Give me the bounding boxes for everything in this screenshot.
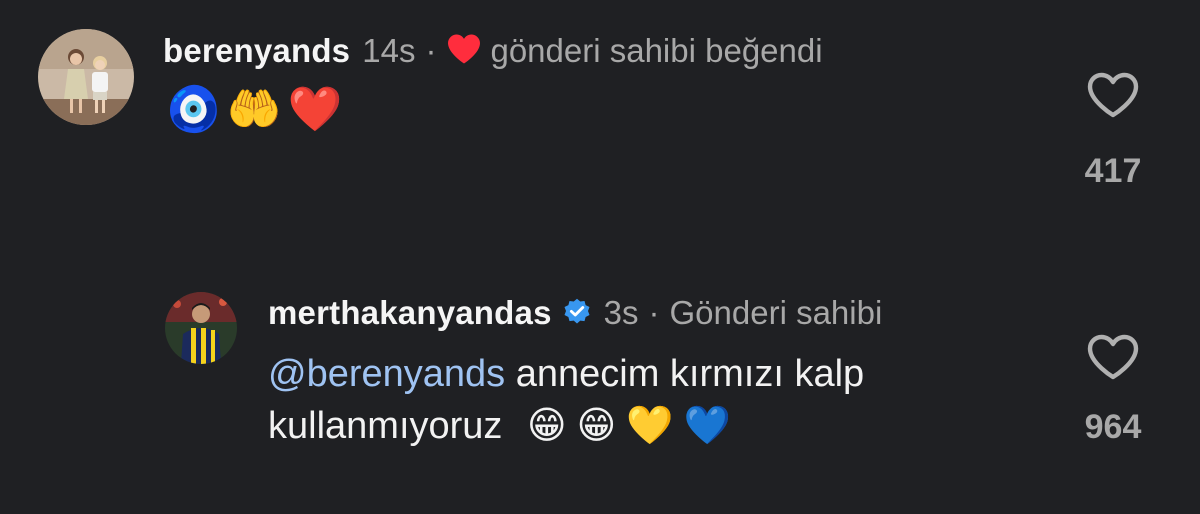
avatar-merthakanyandas[interactable] — [165, 292, 237, 364]
grinning-emoji: 😁 — [526, 402, 567, 447]
author-label: Gönderi sahibi — [669, 294, 883, 331]
comment-time: 3s — [603, 294, 639, 331]
palms-up-emoji: 🤲 — [226, 84, 282, 135]
separator-dot: · — [425, 31, 437, 69]
comment-text-line2: kullanmıyoruz — [268, 405, 503, 447]
liked-by-author-label: gönderi sahibi beğendi — [490, 31, 823, 69]
emoji-group: 😁 😁 💛 💙 — [527, 399, 731, 451]
grinning-emoji: 😁 — [576, 402, 617, 447]
heart-outline-icon[interactable] — [1087, 334, 1139, 380]
author-liked-heart-icon — [446, 33, 482, 74]
comment-text: 🧿 🤲 ❤️ — [166, 84, 342, 136]
like-count: 964 — [1084, 408, 1142, 446]
comment-time: 14s — [362, 31, 416, 69]
like-count: 417 — [1084, 152, 1142, 190]
comment-text: @berenyands annecim kırmızı kalp kullanm… — [268, 348, 1008, 454]
username[interactable]: berenyands — [163, 31, 350, 71]
blue-heart-emoji: 💙 — [683, 402, 731, 447]
username[interactable]: merthakanyandas — [268, 293, 552, 333]
avatar-berenyands[interactable] — [38, 29, 134, 125]
avatar-photo-icon — [165, 292, 237, 364]
comment-meta: berenyands 14s · gönderi sahibi beğendi — [163, 30, 823, 71]
heart-outline-icon[interactable] — [1087, 72, 1139, 118]
avatar-photo-icon — [38, 29, 134, 125]
separator-dot: · — [648, 294, 660, 331]
yellow-heart-emoji: 💛 — [626, 402, 674, 447]
comment-meta: merthakanyandas 3s · Gönderi sahibi — [268, 293, 882, 333]
comment-text-line1: annecim kırmızı kalp — [505, 353, 865, 395]
like-column: 417 — [1053, 72, 1173, 191]
verified-badge-icon — [562, 295, 592, 335]
nazar-emoji: 🧿 — [166, 84, 221, 135]
red-heart-emoji: ❤️ — [287, 84, 343, 135]
like-column: 964 — [1053, 334, 1173, 447]
mention-link[interactable]: @berenyands — [268, 353, 505, 395]
